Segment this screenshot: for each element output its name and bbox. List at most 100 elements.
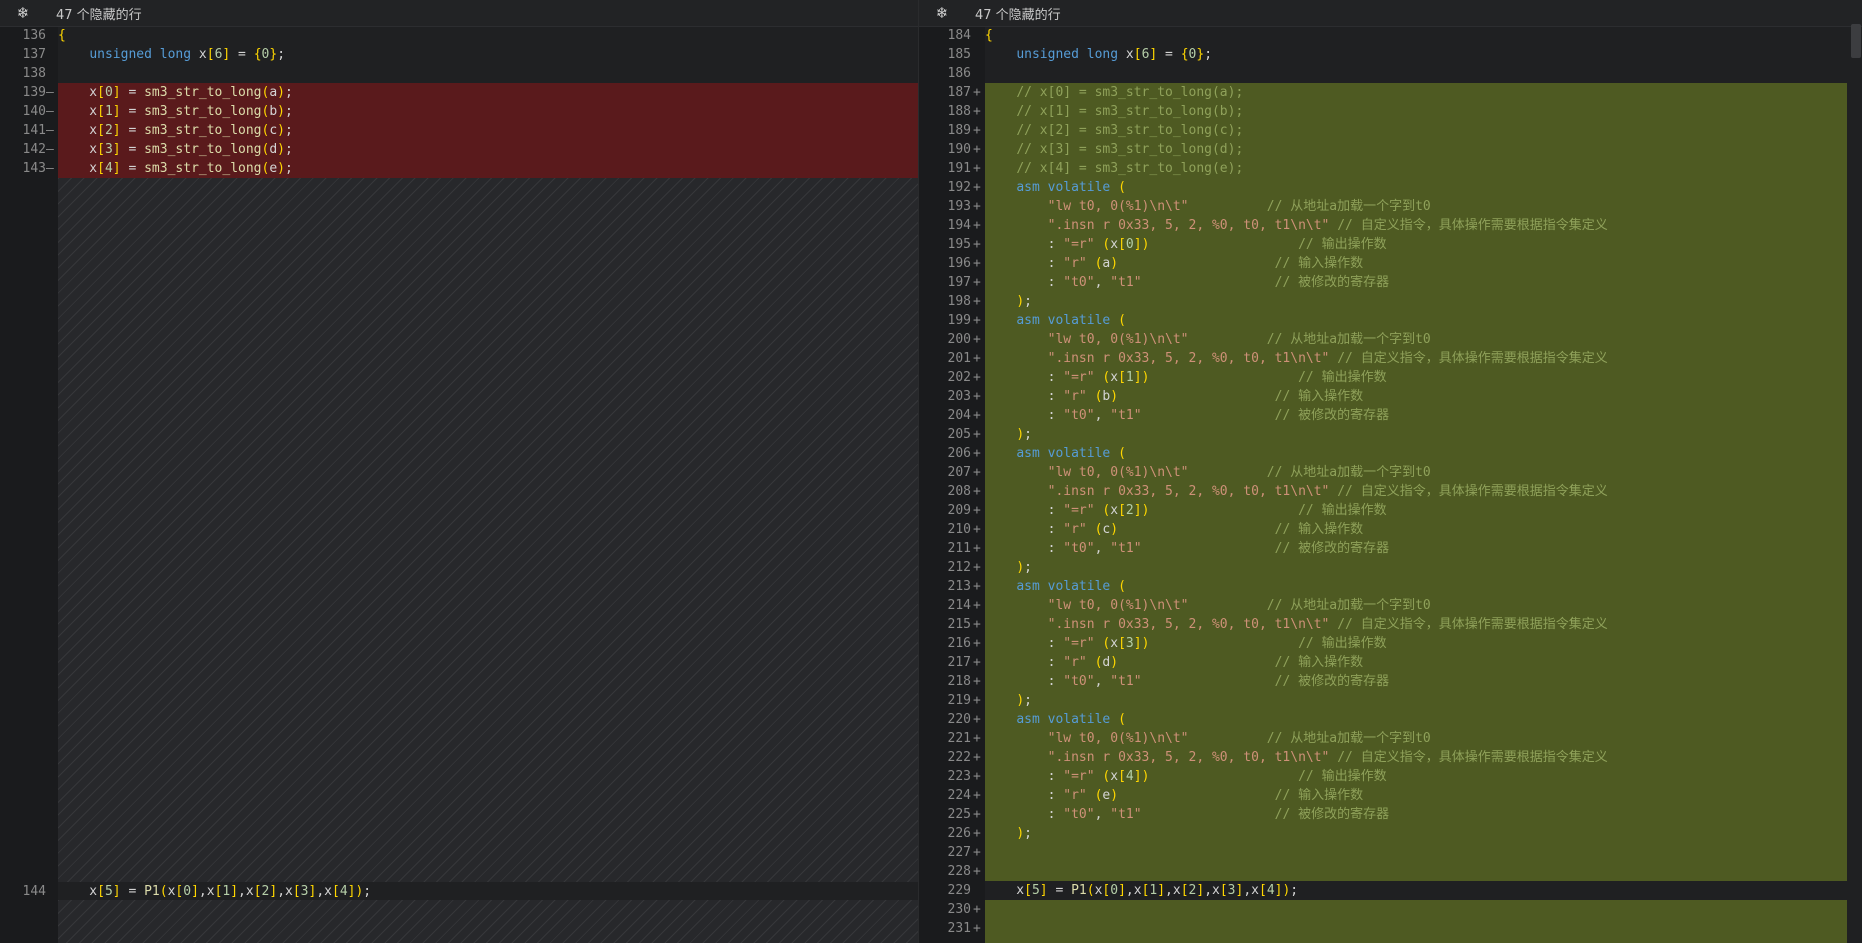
code-line[interactable]: 212 + ); xyxy=(919,558,1862,577)
code-text[interactable]: "lw t0, 0(%1)\n\t" // 从地址a加载一个字到t0 xyxy=(985,463,1431,482)
snowflake-icon[interactable]: ❄ xyxy=(12,4,34,22)
code-text[interactable]: // x[4] = sm3_str_to_long(e); xyxy=(985,159,1243,178)
code-line[interactable]: 137 unsigned long x[6] = {0}; xyxy=(0,45,918,64)
code-text[interactable]: x[4] = sm3_str_to_long(e); xyxy=(58,159,293,178)
code-text[interactable]: : "r" (a) // 输入操作数 xyxy=(985,254,1364,273)
code-line[interactable]: 219 + ); xyxy=(919,691,1862,710)
code-line[interactable]: 228 + xyxy=(919,862,1862,881)
code-line[interactable]: 209 + : "=r" (x[2]) // 输出操作数 xyxy=(919,501,1862,520)
code-line[interactable]: 223 + : "=r" (x[4]) // 输出操作数 xyxy=(919,767,1862,786)
right-fold-bar[interactable]: ❄ 47 个隐藏的行 xyxy=(919,0,1862,27)
code-text[interactable]: : "t0", "t1" // 被修改的寄存器 xyxy=(985,273,1390,292)
code-text[interactable]: : "=r" (x[0]) // 输出操作数 xyxy=(985,235,1387,254)
code-text[interactable]: "lw t0, 0(%1)\n\t" // 从地址a加载一个字到t0 xyxy=(985,596,1431,615)
code-text[interactable]: // x[2] = sm3_str_to_long(c); xyxy=(985,121,1243,140)
right-fold-label[interactable]: 47 个隐藏的行 xyxy=(975,4,1061,23)
code-text[interactable]: ); xyxy=(985,425,1032,444)
code-line[interactable]: 200 + "lw t0, 0(%1)\n\t" // 从地址a加载一个字到t0 xyxy=(919,330,1862,349)
code-line[interactable]: 221 + "lw t0, 0(%1)\n\t" // 从地址a加载一个字到t0 xyxy=(919,729,1862,748)
code-text[interactable]: : "t0", "t1" // 被修改的寄存器 xyxy=(985,539,1390,558)
code-text[interactable]: // x[1] = sm3_str_to_long(b); xyxy=(985,102,1243,121)
code-line[interactable]: 211 + : "t0", "t1" // 被修改的寄存器 xyxy=(919,539,1862,558)
code-line[interactable]: 217 + : "r" (d) // 输入操作数 xyxy=(919,653,1862,672)
code-line[interactable]: 220 + asm volatile ( xyxy=(919,710,1862,729)
code-line[interactable]: 193 + "lw t0, 0(%1)\n\t" // 从地址a加载一个字到t0 xyxy=(919,197,1862,216)
code-line[interactable]: 214 + "lw t0, 0(%1)\n\t" // 从地址a加载一个字到t0 xyxy=(919,596,1862,615)
code-text[interactable]: : "r" (b) // 输入操作数 xyxy=(985,387,1364,406)
code-line[interactable]: 203 + : "r" (b) // 输入操作数 xyxy=(919,387,1862,406)
code-text[interactable]: unsigned long x[6] = {0}; xyxy=(985,45,1212,64)
code-text[interactable]: x[5] = P1(x[0],x[1],x[2],x[3],x[4]); xyxy=(58,882,371,901)
code-text[interactable]: : "r" (d) // 输入操作数 xyxy=(985,653,1364,672)
code-text[interactable]: ".insn r 0x33, 5, 2, %0, t0, t1\n\t" // … xyxy=(985,748,1608,767)
code-line[interactable]: 144 x[5] = P1(x[0],x[1],x[2],x[3],x[4]); xyxy=(0,882,918,901)
code-line[interactable]: 230 + xyxy=(919,900,1862,919)
code-text[interactable]: x[3] = sm3_str_to_long(d); xyxy=(58,140,293,159)
code-text[interactable]: ); xyxy=(985,292,1032,311)
code-line[interactable]: 201 + ".insn r 0x33, 5, 2, %0, t0, t1\n\t… xyxy=(919,349,1862,368)
code-line[interactable]: 186 xyxy=(919,64,1862,83)
code-line[interactable]: 188 + // x[1] = sm3_str_to_long(b); xyxy=(919,102,1862,121)
code-text[interactable]: : "=r" (x[1]) // 输出操作数 xyxy=(985,368,1387,387)
code-line[interactable]: 206 + asm volatile ( xyxy=(919,444,1862,463)
code-line[interactable]: 226 + ); xyxy=(919,824,1862,843)
code-text[interactable]: : "t0", "t1" // 被修改的寄存器 xyxy=(985,672,1390,691)
right-diff-pane[interactable]: 184{185 unsigned long x[6] = {0}; 186 187 +… xyxy=(918,0,1862,943)
code-text[interactable]: asm volatile ( xyxy=(985,710,1126,729)
code-text[interactable]: x[0] = sm3_str_to_long(a); xyxy=(58,83,293,102)
code-text[interactable]: "lw t0, 0(%1)\n\t" // 从地址a加载一个字到t0 xyxy=(985,729,1431,748)
code-text[interactable]: ".insn r 0x33, 5, 2, %0, t0, t1\n\t" // … xyxy=(985,349,1608,368)
code-line[interactable]: 218 + : "t0", "t1" // 被修改的寄存器 xyxy=(919,672,1862,691)
code-text[interactable]: ".insn r 0x33, 5, 2, %0, t0, t1\n\t" // … xyxy=(985,216,1608,235)
code-line[interactable]: 140— x[1] = sm3_str_to_long(b); xyxy=(0,102,918,121)
code-text[interactable]: asm volatile ( xyxy=(985,577,1126,596)
code-line[interactable]: 224 + : "r" (e) // 输入操作数 xyxy=(919,786,1862,805)
code-text[interactable]: : "t0", "t1" // 被修改的寄存器 xyxy=(985,406,1390,425)
code-line[interactable]: 141— x[2] = sm3_str_to_long(c); xyxy=(0,121,918,140)
code-line[interactable]: 215 + ".insn r 0x33, 5, 2, %0, t0, t1\n\t… xyxy=(919,615,1862,634)
code-line[interactable]: 229 x[5] = P1(x[0],x[1],x[2],x[3],x[4]); xyxy=(919,881,1862,900)
code-line[interactable]: 227 + xyxy=(919,843,1862,862)
code-line[interactable]: 192 + asm volatile ( xyxy=(919,178,1862,197)
code-text[interactable]: ".insn r 0x33, 5, 2, %0, t0, t1\n\t" // … xyxy=(985,482,1608,501)
code-text[interactable]: asm volatile ( xyxy=(985,178,1126,197)
code-line[interactable]: 198 + ); xyxy=(919,292,1862,311)
left-fold-label[interactable]: 47 个隐藏的行 xyxy=(56,4,142,23)
snowflake-icon[interactable]: ❄ xyxy=(931,4,953,22)
code-text[interactable]: : "r" (e) // 输入操作数 xyxy=(985,786,1364,805)
code-line[interactable]: 138 xyxy=(0,64,918,83)
code-line[interactable]: 222 + ".insn r 0x33, 5, 2, %0, t0, t1\n\t… xyxy=(919,748,1862,767)
code-text[interactable]: ); xyxy=(985,691,1032,710)
code-line[interactable]: 199 + asm volatile ( xyxy=(919,311,1862,330)
code-text[interactable]: ".insn r 0x33, 5, 2, %0, t0, t1\n\t" // … xyxy=(985,615,1608,634)
code-text[interactable]: : "=r" (x[4]) // 输出操作数 xyxy=(985,767,1387,786)
code-line[interactable]: 205 + ); xyxy=(919,425,1862,444)
code-line[interactable]: 189 + // x[2] = sm3_str_to_long(c); xyxy=(919,121,1862,140)
code-line[interactable]: 225 + : "t0", "t1" // 被修改的寄存器 xyxy=(919,805,1862,824)
code-text[interactable]: "lw t0, 0(%1)\n\t" // 从地址a加载一个字到t0 xyxy=(985,330,1431,349)
code-line[interactable]: 197 + : "t0", "t1" // 被修改的寄存器 xyxy=(919,273,1862,292)
code-text[interactable]: unsigned long x[6] = {0}; xyxy=(58,45,285,64)
left-diff-pane[interactable]: 136{137 unsigned long x[6] = {0}; 138 139—… xyxy=(0,0,918,943)
code-line[interactable]: 187 + // x[0] = sm3_str_to_long(a); xyxy=(919,83,1862,102)
code-text[interactable]: : "t0", "t1" // 被修改的寄存器 xyxy=(985,805,1390,824)
scrollbar-thumb[interactable] xyxy=(1851,24,1861,58)
code-line[interactable]: 213 + asm volatile ( xyxy=(919,577,1862,596)
code-text[interactable]: "lw t0, 0(%1)\n\t" // 从地址a加载一个字到t0 xyxy=(985,197,1431,216)
code-text[interactable]: : "=r" (x[3]) // 输出操作数 xyxy=(985,634,1387,653)
code-line[interactable]: 185 unsigned long x[6] = {0}; xyxy=(919,45,1862,64)
code-text[interactable]: // x[0] = sm3_str_to_long(a); xyxy=(985,83,1243,102)
code-line[interactable]: 202 + : "=r" (x[1]) // 输出操作数 xyxy=(919,368,1862,387)
code-line[interactable]: 139— x[0] = sm3_str_to_long(a); xyxy=(0,83,918,102)
code-text[interactable]: ); xyxy=(985,824,1032,843)
code-text[interactable]: ); xyxy=(985,558,1032,577)
code-line[interactable]: 142— x[3] = sm3_str_to_long(d); xyxy=(0,140,918,159)
code-text[interactable]: // x[3] = sm3_str_to_long(d); xyxy=(985,140,1243,159)
code-line[interactable]: 190 + // x[3] = sm3_str_to_long(d); xyxy=(919,140,1862,159)
code-line[interactable]: 207 + "lw t0, 0(%1)\n\t" // 从地址a加载一个字到t0 xyxy=(919,463,1862,482)
code-line[interactable]: 208 + ".insn r 0x33, 5, 2, %0, t0, t1\n\t… xyxy=(919,482,1862,501)
code-line[interactable]: 194 + ".insn r 0x33, 5, 2, %0, t0, t1\n\t… xyxy=(919,216,1862,235)
code-text[interactable]: asm volatile ( xyxy=(985,311,1126,330)
code-line[interactable]: 210 + : "r" (c) // 输入操作数 xyxy=(919,520,1862,539)
code-text[interactable]: x[2] = sm3_str_to_long(c); xyxy=(58,121,293,140)
